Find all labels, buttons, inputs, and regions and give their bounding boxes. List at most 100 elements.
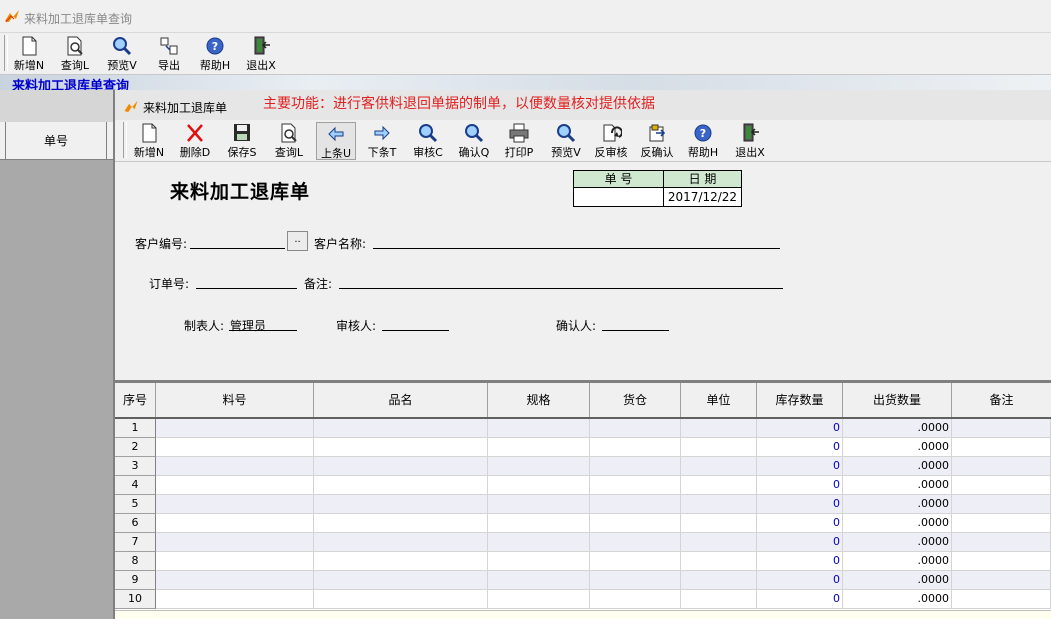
remark-cell[interactable] (952, 438, 1051, 457)
stock-qty-cell[interactable]: 0 (757, 495, 843, 514)
stock-qty-cell[interactable]: 0 (757, 514, 843, 533)
order-no-field[interactable] (196, 275, 297, 289)
item-name-cell[interactable] (314, 552, 488, 571)
unit-cell[interactable] (681, 571, 757, 590)
item-name-cell[interactable] (314, 438, 488, 457)
row-seq-cell[interactable]: 10 (115, 590, 156, 609)
row-seq-cell[interactable]: 4 (115, 476, 156, 495)
col-header-remark[interactable]: 备注 (952, 383, 1051, 417)
outer-exit-button[interactable]: 退出X (244, 35, 278, 73)
date-field[interactable]: 2017/12/22 (664, 188, 741, 206)
table-row[interactable]: 2 0.0000 (115, 438, 1051, 457)
item-no-cell[interactable] (156, 495, 314, 514)
row-seq-cell[interactable]: 1 (115, 419, 156, 438)
warehouse-cell[interactable] (590, 571, 681, 590)
remark-field[interactable] (339, 275, 783, 289)
item-name-cell[interactable] (314, 476, 488, 495)
warehouse-cell[interactable] (590, 476, 681, 495)
stock-qty-cell[interactable]: 0 (757, 457, 843, 476)
col-header-spec[interactable]: 规格 (488, 383, 590, 417)
item-no-cell[interactable] (156, 514, 314, 533)
item-no-cell[interactable] (156, 533, 314, 552)
table-row[interactable]: 10 0.0000 (115, 590, 1051, 609)
spec-cell[interactable] (488, 438, 590, 457)
col-header-warehouse[interactable]: 货仓 (590, 383, 681, 417)
doc-no-field[interactable] (574, 188, 664, 206)
remark-cell[interactable] (952, 533, 1051, 552)
stock-qty-cell[interactable]: 0 (757, 552, 843, 571)
unit-cell[interactable] (681, 533, 757, 552)
warehouse-cell[interactable] (590, 495, 681, 514)
table-row[interactable]: 6 0.0000 (115, 514, 1051, 533)
unit-cell[interactable] (681, 438, 757, 457)
out-qty-cell[interactable]: .0000 (843, 438, 952, 457)
remark-cell[interactable] (952, 552, 1051, 571)
col-header-stock-qty[interactable]: 库存数量 (757, 383, 843, 417)
reverse-audit-button[interactable]: 反审核 (592, 122, 630, 160)
table-row[interactable]: 3 0.0000 (115, 457, 1051, 476)
item-name-cell[interactable] (314, 571, 488, 590)
out-qty-cell[interactable]: .0000 (843, 552, 952, 571)
col-header-name[interactable]: 品名 (314, 383, 488, 417)
out-qty-cell[interactable]: .0000 (843, 457, 952, 476)
outer-new-button[interactable]: 新增N (12, 35, 46, 73)
unit-cell[interactable] (681, 495, 757, 514)
unit-cell[interactable] (681, 457, 757, 476)
customer-browse-button[interactable]: .. (287, 231, 308, 251)
item-name-cell[interactable] (314, 495, 488, 514)
stock-qty-cell[interactable]: 0 (757, 476, 843, 495)
exit-button[interactable]: 退出X (732, 122, 768, 160)
warehouse-cell[interactable] (590, 590, 681, 609)
toolbar-grip[interactable] (123, 122, 127, 158)
spec-cell[interactable] (488, 552, 590, 571)
item-no-cell[interactable] (156, 438, 314, 457)
spec-cell[interactable] (488, 457, 590, 476)
save-button[interactable]: 保存S (224, 122, 260, 160)
item-no-cell[interactable] (156, 419, 314, 438)
remark-cell[interactable] (952, 590, 1051, 609)
row-seq-cell[interactable]: 2 (115, 438, 156, 457)
query-button[interactable]: 查询L (271, 122, 307, 160)
out-qty-cell[interactable]: .0000 (843, 571, 952, 590)
unit-cell[interactable] (681, 419, 757, 438)
col-header-item-no[interactable]: 料号 (156, 383, 314, 417)
outer-export-button[interactable]: 导出 (152, 35, 186, 73)
item-no-cell[interactable] (156, 552, 314, 571)
outer-grid-header-doc-no[interactable]: 单号 (6, 122, 107, 160)
spec-cell[interactable] (488, 533, 590, 552)
warehouse-cell[interactable] (590, 514, 681, 533)
item-name-cell[interactable] (314, 533, 488, 552)
row-seq-cell[interactable]: 6 (115, 514, 156, 533)
remark-cell[interactable] (952, 571, 1051, 590)
outer-list-grid[interactable]: 单号 (0, 90, 113, 619)
out-qty-cell[interactable]: .0000 (843, 533, 952, 552)
out-qty-cell[interactable]: .0000 (843, 476, 952, 495)
warehouse-cell[interactable] (590, 438, 681, 457)
customer-name-field[interactable] (373, 235, 780, 249)
row-seq-cell[interactable]: 7 (115, 533, 156, 552)
table-row[interactable]: 4 0.0000 (115, 476, 1051, 495)
delete-button[interactable]: 删除D (177, 122, 213, 160)
remark-cell[interactable] (952, 419, 1051, 438)
remark-cell[interactable] (952, 495, 1051, 514)
row-seq-cell[interactable]: 9 (115, 571, 156, 590)
remark-cell[interactable] (952, 476, 1051, 495)
spec-cell[interactable] (488, 590, 590, 609)
item-no-cell[interactable] (156, 476, 314, 495)
table-row[interactable]: 7 0.0000 (115, 533, 1051, 552)
out-qty-cell[interactable]: .0000 (843, 590, 952, 609)
remark-cell[interactable] (952, 514, 1051, 533)
unit-cell[interactable] (681, 552, 757, 571)
warehouse-cell[interactable] (590, 419, 681, 438)
detail-grid[interactable]: 序号 料号 品名 规格 货仓 单位 库存数量 出货数量 备注 1 0.0000 2 0… (115, 380, 1051, 619)
new-button[interactable]: 新增N (131, 122, 167, 160)
stock-qty-cell[interactable]: 0 (757, 438, 843, 457)
previous-record-button[interactable]: 上条U (316, 122, 356, 160)
spec-cell[interactable] (488, 476, 590, 495)
spec-cell[interactable] (488, 419, 590, 438)
help-button[interactable]: ? 帮助H (685, 122, 721, 160)
item-name-cell[interactable] (314, 419, 488, 438)
spec-cell[interactable] (488, 571, 590, 590)
maker-field[interactable]: 管理员 (229, 317, 297, 333)
warehouse-cell[interactable] (590, 457, 681, 476)
